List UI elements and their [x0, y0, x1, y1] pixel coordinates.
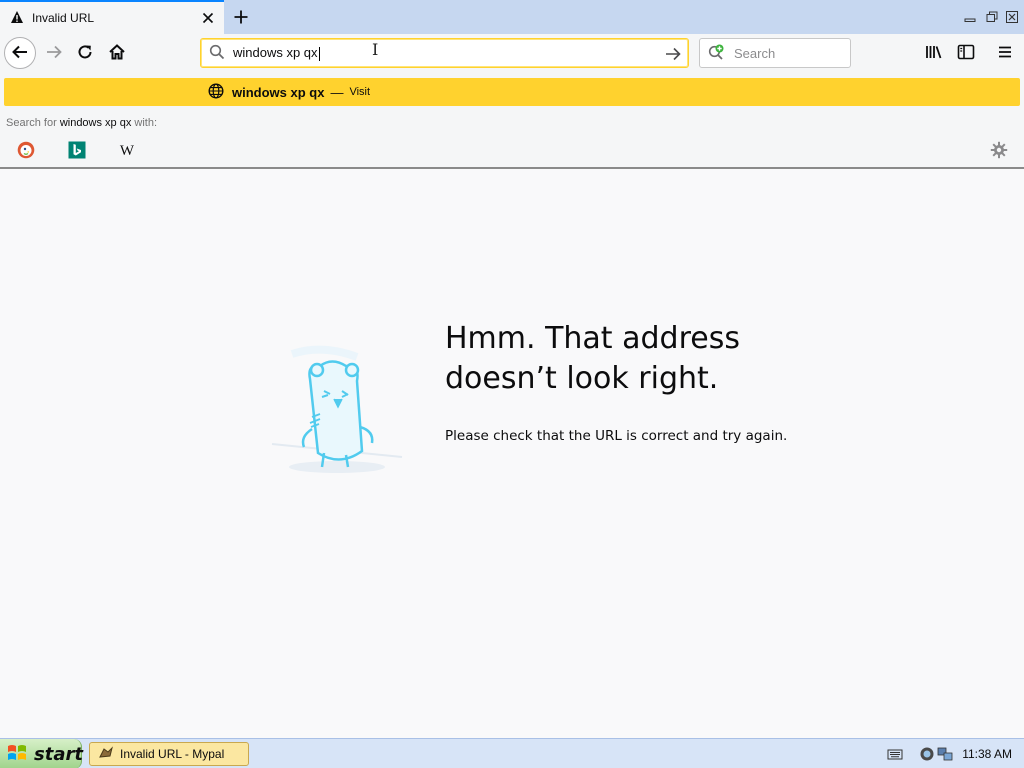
reload-button[interactable] [69, 37, 101, 69]
url-bar[interactable]: windows xp qx [200, 38, 689, 68]
hamster-illustration [262, 339, 412, 489]
search-with-suffix: with: [131, 117, 158, 129]
search-engine-icon [708, 44, 726, 63]
system-tray: 11:38 AM [879, 739, 1024, 768]
taskbar: start Invalid URL - Mypal 11:38 AM [0, 738, 1024, 768]
home-icon [108, 43, 126, 64]
search-settings-button[interactable] [989, 141, 1009, 161]
search-bar[interactable]: Search [699, 38, 851, 68]
error-title-line1: Hmm. That address [445, 321, 740, 356]
search-with-term: windows xp qx [59, 117, 132, 129]
close-tab-icon[interactable] [196, 6, 220, 30]
reload-icon [76, 43, 94, 64]
duckduckgo-engine-button[interactable] [16, 141, 36, 161]
menu-button[interactable] [989, 37, 1021, 69]
home-button[interactable] [101, 37, 133, 69]
suggestion-separator: — [330, 84, 344, 100]
suggestion-title: windows xp qx [232, 84, 325, 100]
error-page: Hmm. That address doesn’t look right. Pl… [0, 169, 1024, 738]
start-button[interactable]: start [0, 739, 83, 768]
security-shield-icon[interactable] [919, 746, 935, 765]
url-input[interactable]: windows xp qx [233, 45, 320, 61]
gear-icon [990, 141, 1008, 162]
start-label: start [34, 743, 83, 765]
suggestion-action: Visit [349, 86, 371, 98]
search-with-prefix: Search for [6, 117, 60, 129]
library-icon [925, 43, 943, 64]
mypal-app-icon [98, 745, 114, 764]
error-title-line2: doesn’t look right. [445, 361, 719, 396]
windows-logo-icon [6, 743, 28, 766]
search-icon [209, 44, 225, 63]
library-button[interactable] [918, 37, 950, 69]
forward-button[interactable] [38, 37, 70, 69]
go-button[interactable] [662, 43, 684, 65]
search-input[interactable]: Search [734, 46, 775, 61]
network-icon[interactable] [937, 746, 953, 765]
wikipedia-icon: W [119, 142, 135, 159]
keyboard-icon[interactable] [887, 746, 903, 765]
visit-suggestion-row[interactable]: windows xp qx — Visit [4, 78, 1020, 106]
error-title: Hmm. That address doesn’t look right. [445, 319, 865, 399]
tab-strip: Invalid URL [0, 0, 1024, 34]
taskbar-item-label: Invalid URL - Mypal [120, 747, 225, 761]
bing-icon [68, 141, 86, 162]
tab-invalid-url[interactable]: Invalid URL [0, 0, 224, 34]
url-input-value: windows xp qx [233, 45, 318, 61]
bing-engine-button[interactable] [67, 141, 87, 161]
arrow-left-icon [11, 43, 29, 64]
url-suggestions-popup: windows xp qx — Visit Search for windows… [0, 72, 1024, 169]
clock: 11:38 AM [962, 747, 1012, 761]
navigation-toolbar: windows xp qx I Search [0, 34, 1024, 72]
restore-button[interactable] [984, 9, 1000, 25]
wikipedia-engine-button[interactable]: W [117, 141, 137, 161]
back-button[interactable] [4, 37, 36, 69]
globe-icon [208, 82, 224, 102]
search-with-label: Search for windows xp qx with: [6, 117, 157, 129]
sidebar-icon [957, 43, 975, 64]
hamburger-menu-icon [997, 44, 1013, 63]
minimize-button[interactable] [962, 9, 978, 25]
warning-icon [10, 10, 24, 27]
ibeam-cursor-icon: I [372, 40, 379, 59]
taskbar-item-mypal[interactable]: Invalid URL - Mypal [89, 742, 249, 766]
arrow-right-icon [45, 43, 63, 64]
close-window-button[interactable] [1004, 9, 1020, 25]
new-tab-button[interactable] [229, 5, 253, 29]
sidebar-button[interactable] [950, 37, 982, 69]
text-caret [318, 46, 320, 61]
duckduckgo-icon [17, 141, 35, 162]
error-description: Please check that the URL is correct and… [445, 428, 788, 444]
tab-title: Invalid URL [32, 11, 95, 25]
